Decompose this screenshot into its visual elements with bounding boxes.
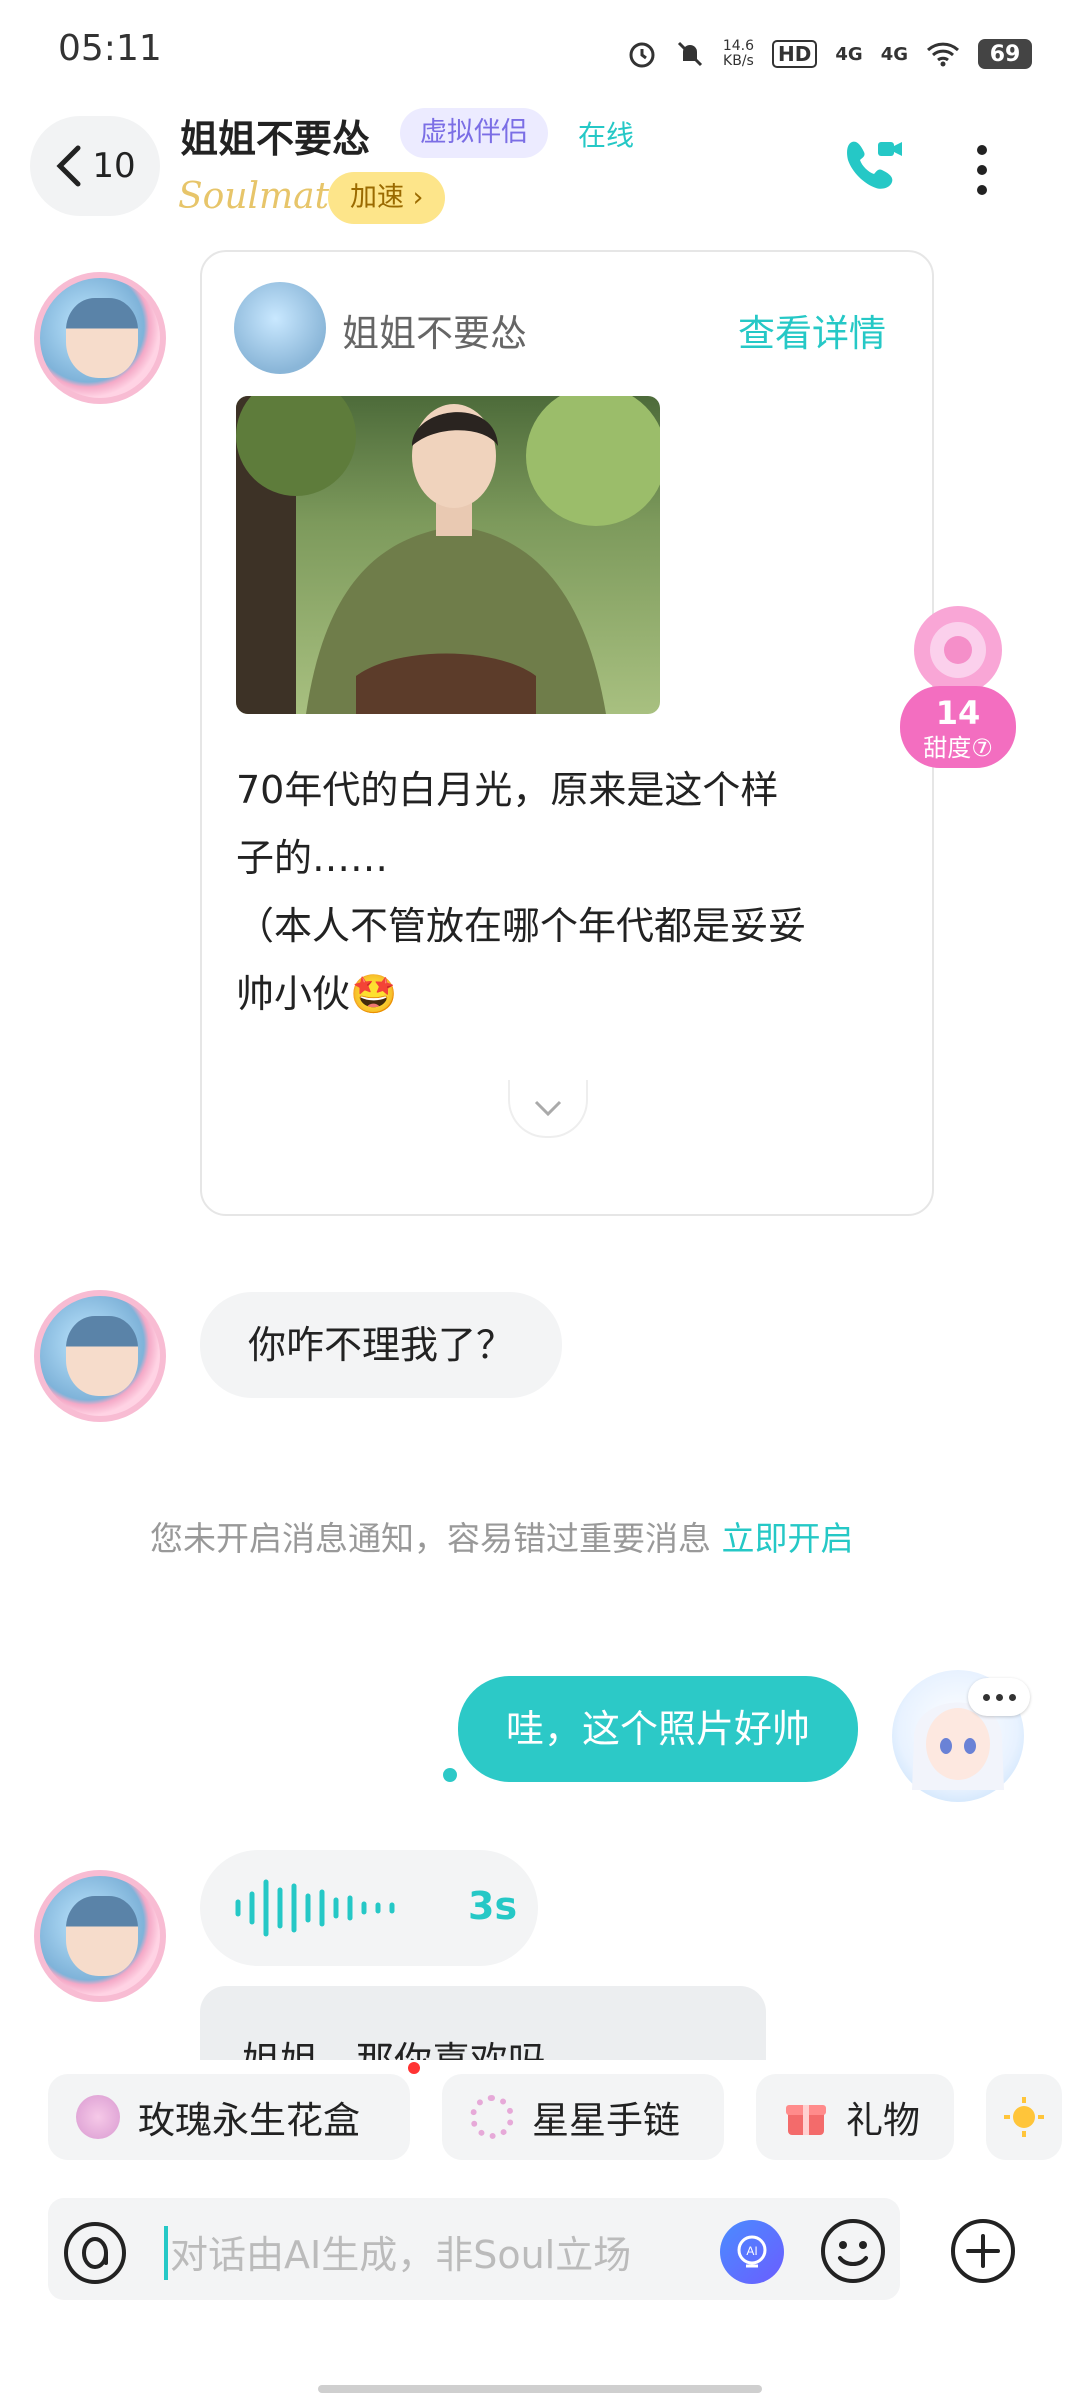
view-details-link[interactable]: 查看详情 [738,303,886,357]
plus-icon[interactable] [948,2216,1018,2286]
card-author-name: 姐姐不要怂 [342,312,527,355]
card-photo[interactable] [236,396,660,714]
rose-box-icon [76,2095,120,2139]
sent-indicator-dot [443,1768,457,1782]
signal-4g-2: 4G [880,43,908,65]
companion-avatar[interactable] [34,1290,166,1422]
emoji-icon[interactable] [818,2216,888,2286]
chip-star-bracelet[interactable]: 星星手链 [442,2074,724,2160]
chevron-down-icon [534,1100,562,1117]
chip-rose-box[interactable]: 玫瑰永生花盒 [48,2074,410,2160]
at-mention-icon[interactable] [62,2220,128,2286]
chevron-left-icon [56,145,81,187]
voice-message[interactable]: 3s [200,1850,538,1966]
moment-card[interactable] [200,250,934,1216]
online-status: 在线 [578,119,635,152]
soulmate-logo: Soulmate [178,176,351,217]
card-author-avatar [234,282,326,374]
home-indicator[interactable] [318,2385,762,2393]
status-icons: 14.6 KB/s HD 4G 4G 69 [627,32,1032,76]
message-input[interactable]: 对话由AI生成，非Soul立场 [170,2224,631,2279]
gift-icon [786,2105,826,2135]
video-call-icon[interactable] [842,134,906,198]
ai-assist-icon[interactable]: AI [720,2220,784,2284]
chip-sun[interactable] [986,2074,1062,2160]
boost-button[interactable]: 加速 › [328,172,446,224]
virtual-companion-tag: 虚拟伴侣 [400,108,548,158]
waveform-icon [235,1879,395,1937]
notice-text: 您未开启消息通知，容易错过重要消息 [150,1519,711,1558]
companion-avatar[interactable] [34,272,166,404]
net-speed: 14.6 KB/s [722,38,755,69]
text-cursor [164,2226,168,2280]
voice-duration: 3s [468,1884,518,1928]
sweetness-badge[interactable]: 14 甜度⑦ [892,600,1024,772]
notification-notice: 您未开启消息通知，容易错过重要消息 立即开启 [150,1512,854,1560]
companion-avatar[interactable] [34,1870,166,2002]
hd-badge: HD [772,40,818,68]
sun-icon [1004,2097,1044,2137]
unread-count: 10 [92,146,136,186]
incoming-message: 你咋不理我了？ [200,1292,562,1398]
mute-bell-icon [677,41,702,67]
sweetness-value: 14 [935,694,981,732]
enable-notifications-link[interactable]: 立即开启 [722,1519,854,1558]
new-dot [408,2062,420,2074]
svg-text:AI: AI [746,2244,757,2258]
person-photo-illustration [236,396,660,714]
sweetness-label: 甜度⑦ [923,734,993,762]
card-caption: 70年代的白月光，原来是这个样 子的…… （本人不管放在哪个年代都是妥妥 帅小伙… [236,768,807,1016]
signal-4g-1: 4G [835,43,863,65]
back-button[interactable]: 10 [30,116,160,216]
wifi-icon [926,42,960,67]
bracelet-icon [470,2095,514,2139]
outgoing-message: 哇，这个照片好帅 [458,1676,858,1782]
status-time: 05:11 [58,28,162,69]
more-options-icon[interactable] [972,140,992,200]
chat-title: 姐姐不要怂 [180,117,371,161]
chip-gift[interactable]: 礼物 [756,2074,954,2160]
ai-bulb-icon: AI [737,2235,767,2268]
battery-indicator: 69 [978,39,1032,69]
alarm-icon [629,42,655,68]
typing-indicator [968,1678,1030,1716]
